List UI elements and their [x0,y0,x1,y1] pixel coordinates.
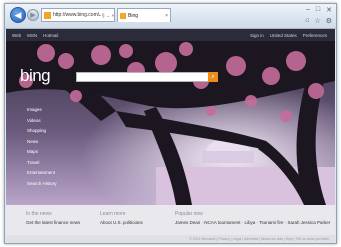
header-link-web[interactable]: Web [12,33,21,38]
in-the-news-heading: In the news [26,211,52,217]
nav-maps[interactable]: Maps [27,149,57,155]
search-button[interactable]: ⌕ [208,72,218,82]
bing-footer: In the news Get the latest finance news … [6,205,335,243]
browser-toolbar-icons: ⌂ ☆ ⚙ [305,17,332,25]
back-arrow-icon: ◀ [14,9,22,20]
bing-logo[interactable]: bing [20,66,51,86]
tab-close-icon[interactable]: × [165,13,170,19]
search-input[interactable] [77,81,201,89]
nav-travel[interactable]: Travel [27,160,57,166]
tab-bing[interactable]: Bing × [117,8,171,22]
home-icon[interactable]: ⌂ [305,17,309,25]
bing-page: Web MSN Hotmail Sign in United States Pr… [6,29,335,243]
footer-learn-more: Learn more About U.S. politicians [100,211,143,225]
site-favicon-icon [44,11,51,19]
in-the-news-link[interactable]: Get the latest finance news [26,220,80,225]
nav-entertainment[interactable]: Entertainment [27,170,57,176]
nav-shopping[interactable]: Shopping [27,128,57,134]
tab-title: Bing [128,12,139,19]
maximize-button[interactable]: □ [316,6,320,14]
copyright-bar: © 2011 Microsoft | Privacy | Legal | Adv… [6,235,335,243]
gear-icon[interactable]: ⚙ [326,17,332,25]
magnifier-icon: ⌕ [211,73,215,80]
popular-now-links[interactable]: James Dean · NCAA tournament · Libya · T… [175,220,330,225]
forward-arrow-icon: ▶ [30,11,36,19]
forward-button[interactable]: ▶ [27,9,39,21]
header-link-msn[interactable]: MSN [27,33,37,38]
learn-more-link[interactable]: About U.S. politicians [100,220,143,225]
footer-popular-now: Popular now James Dean · NCAA tournament… [175,211,330,225]
address-bar[interactable]: http://www.bing.com/ • § → × [41,8,115,22]
vertical-nav: Images Videos Shopping News Maps Travel … [27,107,57,187]
bing-top-bar: Web MSN Hotmail Sign in United States Pr… [6,29,335,41]
back-button[interactable]: ◀ [10,7,26,23]
close-button[interactable]: ✕ [326,6,332,14]
learn-more-heading: Learn more [100,211,126,217]
nav-search-history[interactable]: Search History [27,181,57,187]
address-bar-tools[interactable]: • § → × [99,13,114,18]
header-link-hotmail[interactable]: Hotmail [43,33,58,38]
footer-in-the-news: In the news Get the latest finance news [26,211,80,225]
sign-in-link[interactable]: Sign in [250,33,264,38]
country-link[interactable]: United States [270,33,297,38]
nav-images[interactable]: Images [27,107,57,113]
nav-news[interactable]: News [27,139,57,145]
background-image: bing ⌕ Images Videos Shopping News Maps … [6,41,335,205]
window-controls: – □ ✕ [306,6,332,14]
browser-window: ◀ ▶ http://www.bing.com/ • § → × Bing × … [4,3,337,244]
favorites-icon[interactable]: ☆ [314,17,320,25]
minimize-button[interactable]: – [306,6,310,14]
nav-videos[interactable]: Videos [27,118,57,124]
browser-titlebar: ◀ ▶ http://www.bing.com/ • § → × Bing × … [5,4,336,29]
preferences-link[interactable]: Preferences [303,33,327,38]
search-box[interactable]: ⌕ [76,72,218,89]
address-text: http://www.bing.com/ [53,12,100,18]
bing-favicon-icon [120,12,126,19]
popular-now-heading: Popular now [175,211,203,217]
